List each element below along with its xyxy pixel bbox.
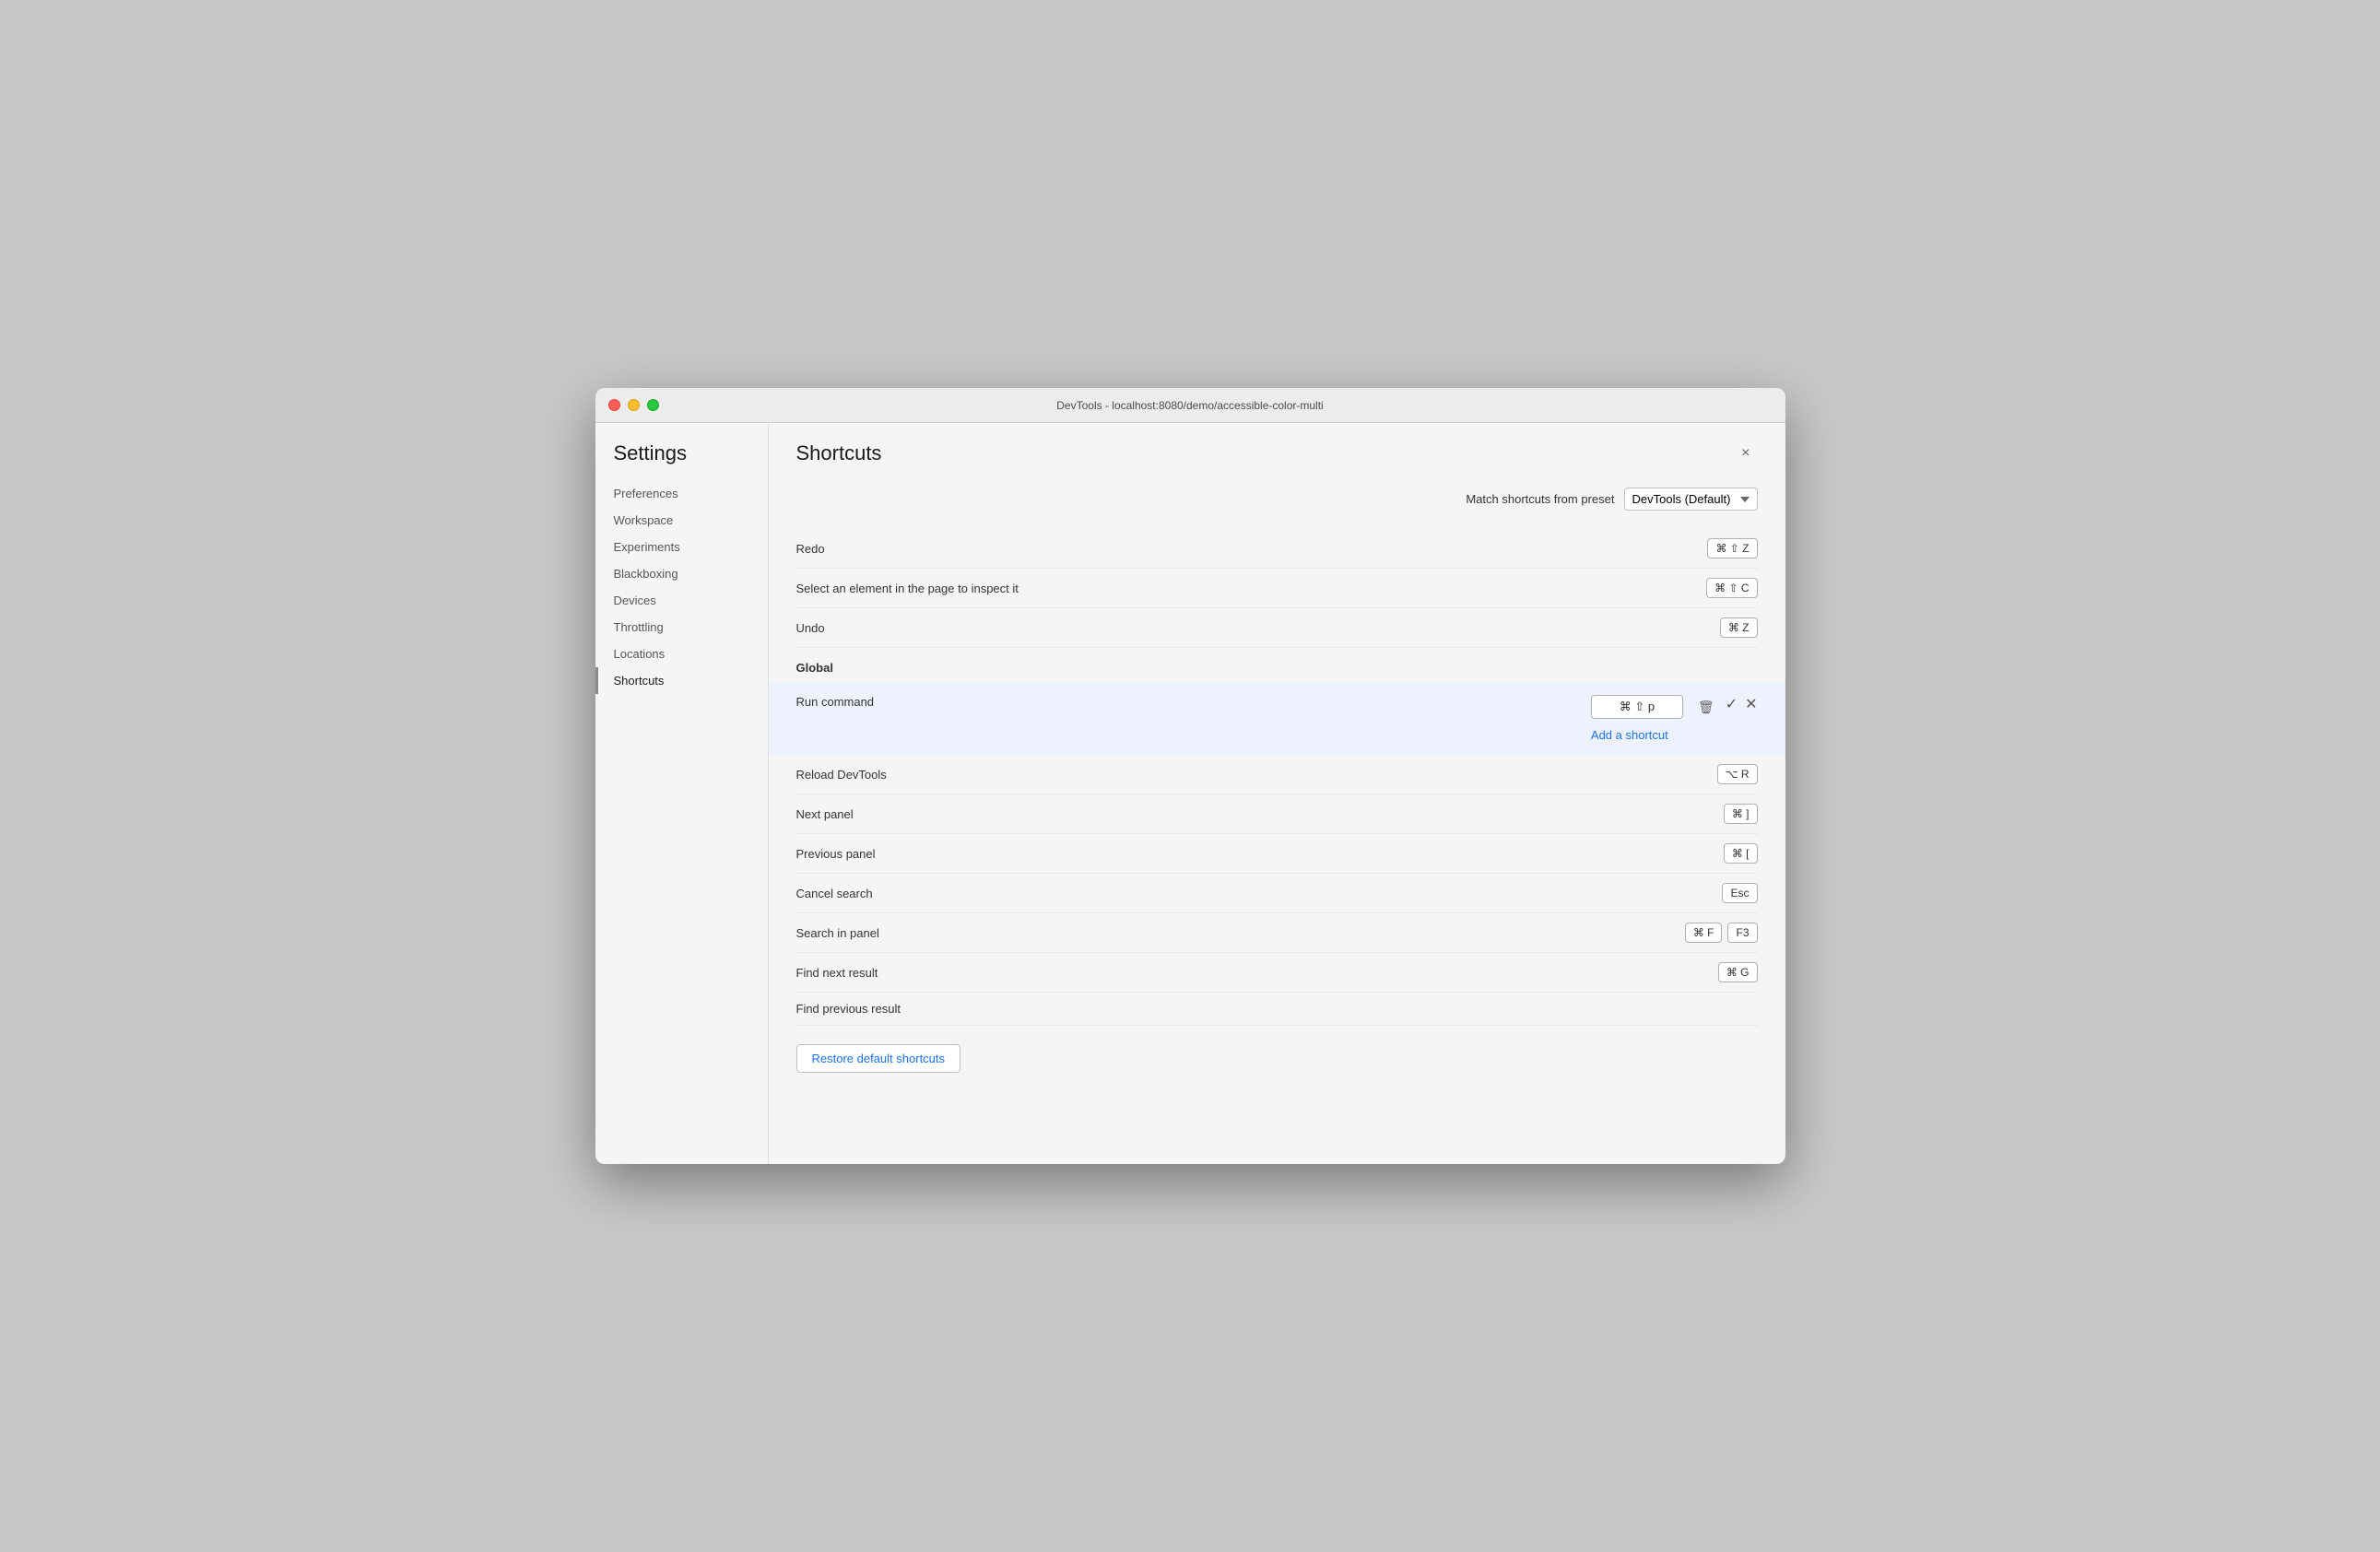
shortcut-row-reload-devtools: Reload DevTools ⌥ R — [796, 755, 1758, 794]
maximize-traffic-light[interactable] — [647, 399, 659, 411]
preset-select[interactable]: DevTools (Default) Visual Studio Code — [1624, 488, 1758, 511]
shortcut-row-redo: Redo ⌘ ⇧ Z — [796, 529, 1758, 569]
shortcut-row-search-in-panel: Search in panel ⌘ F F3 — [796, 913, 1758, 953]
shortcut-keys-previous-panel: ⌘ [ — [1724, 843, 1758, 864]
shortcut-keys-reload-devtools: ⌥ R — [1717, 764, 1758, 784]
shortcut-name-undo: Undo — [796, 621, 1720, 635]
key-badge: ⌘ Z — [1720, 617, 1758, 638]
shortcut-row-run-command-editing: Run command ⌘ ⇧ p 🗑 Add a shortcut ✓ ✕ — [769, 682, 1785, 755]
shortcut-row-find-next: Find next result ⌘ G — [796, 953, 1758, 993]
shortcut-row-find-prev: Find previous result — [796, 993, 1758, 1026]
shortcut-name-select-element: Select an element in the page to inspect… — [796, 582, 1707, 595]
confirm-edit-icon[interactable]: ✓ — [1726, 695, 1738, 713]
shortcut-name-search-in-panel: Search in panel — [796, 926, 1685, 940]
sidebar: Settings Preferences Workspace Experimen… — [595, 423, 769, 1164]
key-badge: ⌘ F — [1685, 923, 1723, 943]
shortcut-keys-next-panel: ⌘ ] — [1724, 804, 1758, 824]
key-input-run-command[interactable]: ⌘ ⇧ p — [1591, 695, 1683, 719]
shortcut-name-cancel-search: Cancel search — [796, 887, 1723, 900]
shortcut-row-cancel-search: Cancel search Esc — [796, 874, 1758, 913]
shortcut-name-find-next: Find next result — [796, 966, 1718, 980]
key-badge-f3: F3 — [1727, 923, 1757, 943]
page-title: Shortcuts — [796, 441, 882, 465]
sidebar-item-experiments[interactable]: Experiments — [595, 534, 768, 560]
key-badge: ⌥ R — [1717, 764, 1758, 784]
run-command-edit-area: ⌘ ⇧ p 🗑 Add a shortcut — [1591, 695, 1714, 742]
key-badge: Esc — [1722, 883, 1757, 903]
sidebar-title: Settings — [595, 441, 768, 480]
key-badge: ⌘ ⇧ C — [1706, 578, 1757, 598]
sidebar-item-devices[interactable]: Devices — [595, 587, 768, 614]
shortcuts-list: Redo ⌘ ⇧ Z Select an element in the page… — [796, 529, 1758, 648]
shortcut-row-undo: Undo ⌘ Z — [796, 608, 1758, 648]
main-header: Shortcuts × — [796, 441, 1758, 465]
main-panel: Shortcuts × Match shortcuts from preset … — [769, 423, 1785, 1164]
close-panel-button[interactable]: × — [1734, 441, 1757, 465]
close-traffic-light[interactable] — [608, 399, 620, 411]
sidebar-item-shortcuts[interactable]: Shortcuts — [595, 667, 768, 694]
shortcut-name-find-prev: Find previous result — [796, 1002, 1758, 1016]
devtools-window: DevTools - localhost:8080/demo/accessibl… — [595, 388, 1785, 1164]
restore-button-container: Restore default shortcuts — [796, 1026, 1758, 1073]
restore-defaults-button[interactable]: Restore default shortcuts — [796, 1044, 961, 1073]
minimize-traffic-light[interactable] — [628, 399, 640, 411]
sidebar-item-locations[interactable]: Locations — [595, 641, 768, 667]
window-title: DevTools - localhost:8080/demo/accessibl… — [1056, 399, 1323, 412]
add-shortcut-link[interactable]: Add a shortcut — [1591, 728, 1668, 742]
shortcut-name-previous-panel: Previous panel — [796, 847, 1724, 861]
key-badge: ⌘ G — [1718, 962, 1758, 982]
shortcut-row-next-panel: Next panel ⌘ ] — [796, 794, 1758, 834]
shortcut-keys-cancel-search: Esc — [1722, 883, 1757, 903]
shortcut-keys-undo: ⌘ Z — [1720, 617, 1758, 638]
traffic-lights — [608, 399, 659, 411]
shortcut-name-redo: Redo — [796, 542, 1708, 556]
preset-label: Match shortcuts from preset — [1466, 492, 1614, 506]
sidebar-item-preferences[interactable]: Preferences — [595, 480, 768, 507]
shortcut-row-previous-panel: Previous panel ⌘ [ — [796, 834, 1758, 874]
shortcut-name-reload-devtools: Reload DevTools — [796, 768, 1717, 782]
sidebar-item-blackboxing[interactable]: Blackboxing — [595, 560, 768, 587]
shortcut-row-select-element: Select an element in the page to inspect… — [796, 569, 1758, 608]
sidebar-item-workspace[interactable]: Workspace — [595, 507, 768, 534]
titlebar: DevTools - localhost:8080/demo/accessibl… — [595, 388, 1785, 423]
shortcut-keys-redo: ⌘ ⇧ Z — [1707, 538, 1757, 558]
key-badge: ⌘ ⇧ Z — [1707, 538, 1757, 558]
global-section-header: Global — [796, 648, 1758, 682]
shortcut-name-run-command: Run command — [796, 695, 1591, 709]
preset-row: Match shortcuts from preset DevTools (De… — [796, 488, 1758, 511]
sidebar-item-throttling[interactable]: Throttling — [595, 614, 768, 641]
delete-shortcut-icon[interactable]: 🗑 — [1698, 700, 1714, 715]
shortcut-keys-find-next: ⌘ G — [1718, 962, 1758, 982]
shortcut-keys-search-in-panel: ⌘ F F3 — [1685, 923, 1758, 943]
key-badge: ⌘ ] — [1724, 804, 1758, 824]
cancel-edit-icon[interactable]: ✕ — [1745, 695, 1757, 713]
shortcut-name-next-panel: Next panel — [796, 807, 1724, 821]
content-area: Settings Preferences Workspace Experimen… — [595, 423, 1785, 1164]
key-badge: ⌘ [ — [1724, 843, 1758, 864]
editing-actions: ✓ ✕ — [1726, 695, 1758, 713]
shortcut-keys-select-element: ⌘ ⇧ C — [1706, 578, 1757, 598]
